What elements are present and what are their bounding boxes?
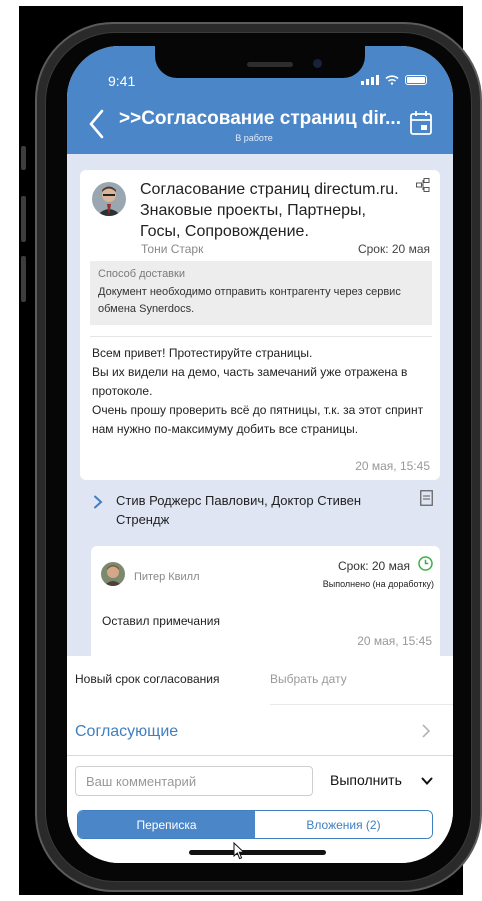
approvers-row[interactable]: Согласующие xyxy=(67,705,453,755)
subtask-card[interactable]: Питер Квилл Срок: 20 мая Выполнено (на д… xyxy=(91,546,440,656)
page-status: В работе xyxy=(235,133,273,143)
signal-icon xyxy=(361,75,379,85)
pick-date-field[interactable]: Выбрать дату xyxy=(270,672,347,686)
mute-switch xyxy=(21,146,26,170)
device-backdrop: 9:41 >>Согласование страниц dir... В раб… xyxy=(19,6,482,895)
chevron-down-icon[interactable] xyxy=(421,776,433,786)
phone-screen: 9:41 >>Согласование страниц dir... В раб… xyxy=(67,46,453,863)
task-deadline: Срок: 20 мая xyxy=(357,242,430,256)
calendar-icon[interactable] xyxy=(409,110,433,136)
back-chevron-icon[interactable] xyxy=(85,106,109,142)
wifi-icon xyxy=(385,75,399,85)
task-card: Согласование страниц directum.ru. Знаков… xyxy=(80,170,440,480)
document-icon[interactable] xyxy=(420,490,433,506)
mouse-cursor-icon xyxy=(233,842,245,860)
delivery-text: Документ необходимо отправить контрагент… xyxy=(98,286,401,315)
approvers-label: Согласующие xyxy=(75,723,179,740)
battery-icon xyxy=(405,75,427,85)
status-icons xyxy=(361,75,427,85)
subtask-status: Выполнено (на доработку) xyxy=(322,579,434,589)
execute-button[interactable]: Выполнить xyxy=(330,772,402,788)
task-tree-icon[interactable] xyxy=(416,178,430,192)
task-author: Тони Старк xyxy=(141,242,204,256)
divider xyxy=(67,755,453,756)
page-title: >>Согласование страниц dir... xyxy=(119,108,401,129)
clock-check-icon xyxy=(418,556,433,571)
avatar xyxy=(92,182,126,216)
speaker xyxy=(247,62,293,67)
assignees-row[interactable]: Стив Роджерс Павлович, Доктор Стивен Стр… xyxy=(67,486,453,530)
expand-chevron-icon[interactable] xyxy=(93,495,103,509)
subtask-time: 20 мая, 15:45 xyxy=(357,634,432,648)
tab-attachments[interactable]: Вложения (2) xyxy=(255,811,432,838)
home-indicator[interactable] xyxy=(189,850,326,855)
subtask-deadline: Срок: 20 мая xyxy=(337,559,410,573)
task-content[interactable]: Согласование страниц directum.ru. Знаков… xyxy=(67,154,453,656)
delivery-label: Способ доставки xyxy=(98,268,185,280)
new-deadline-row: Новый срок согласования Выбрать дату xyxy=(67,656,453,704)
segmented-tabs: Переписка Вложения (2) xyxy=(77,810,433,839)
comment-input[interactable] xyxy=(76,767,312,795)
delivery-info: Способ доставки Документ необходимо отпр… xyxy=(90,261,432,325)
front-camera xyxy=(313,59,322,68)
assignees-names: Стив Роджерс Павлович, Доктор Стивен Стр… xyxy=(116,493,361,527)
notch xyxy=(155,46,365,78)
tab-correspondence[interactable]: Переписка xyxy=(78,811,255,838)
volume-up-button xyxy=(21,196,26,242)
message-time: 20 мая, 15:45 xyxy=(355,459,430,473)
comment-field[interactable] xyxy=(75,766,313,796)
volume-down-button xyxy=(21,256,26,302)
subtask-author: Питер Квилл xyxy=(134,571,200,583)
task-title: Согласование страниц directum.ru. Знаков… xyxy=(140,181,399,240)
app-header: 9:41 >>Согласование страниц dir... В раб… xyxy=(67,46,453,154)
subtask-note: Оставил примечания xyxy=(102,614,220,628)
chevron-right-icon xyxy=(422,724,431,738)
action-panel: Новый срок согласования Выбрать дату Сог… xyxy=(67,656,453,863)
status-time: 9:41 xyxy=(108,73,136,89)
new-deadline-label: Новый срок согласования xyxy=(75,672,220,686)
avatar xyxy=(101,562,125,586)
task-message: Всем привет! Протестируйте страницы. Вы … xyxy=(92,346,424,436)
divider xyxy=(90,336,432,337)
